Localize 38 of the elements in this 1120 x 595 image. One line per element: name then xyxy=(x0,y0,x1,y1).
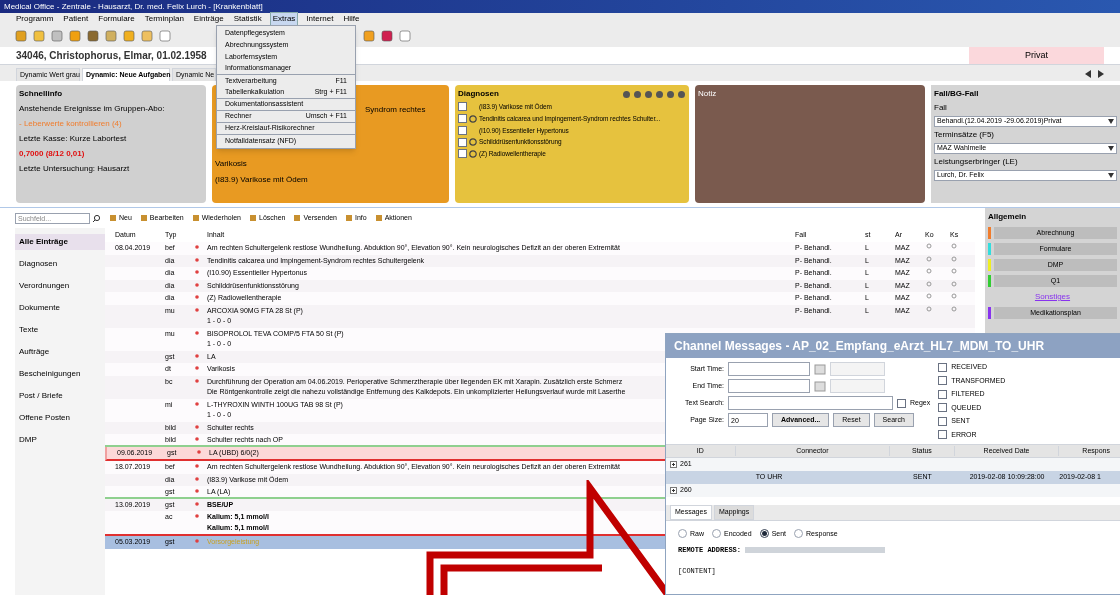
panel-text: Syndrom rechtes xyxy=(365,104,427,116)
sidebar-item[interactable]: Diagnosen xyxy=(15,256,105,272)
sidebar-item[interactable]: Alle Einträge xyxy=(15,234,105,250)
menu-item[interactable]: Programm xyxy=(14,13,56,25)
info-line: 0,7000 (8/12 0,01) xyxy=(19,148,86,160)
sidebar-item[interactable]: Offene Posten xyxy=(15,410,105,426)
info-line: - Leberwerte kontrollieren (4) xyxy=(19,118,123,130)
menu-item[interactable]: Statistik xyxy=(231,13,264,25)
info-line: Letzte Kasse: Kurze Labortest xyxy=(19,133,128,145)
menu-item[interactable]: Patient xyxy=(61,13,91,25)
field-label: Leistungserbringer (LE) xyxy=(934,156,1019,168)
panel-title: Diagnosen xyxy=(458,88,499,100)
field-label: Terminsätze (F5) xyxy=(934,129,995,141)
sidebar-item[interactable]: Aufträge xyxy=(15,344,105,360)
window-title: Medical Office - Zentrale - Hausarzt, Dr. med. Felix Lurch - [Krankenblatt] xyxy=(4,0,263,13)
menu-item[interactable]: Internet xyxy=(304,13,336,25)
panel-title: Notiz xyxy=(698,89,717,98)
panel-title: Schnellinfo xyxy=(19,88,64,100)
panel-title: Allgemein xyxy=(988,211,1028,223)
sidebar-item[interactable]: Bescheinigungen xyxy=(15,366,105,382)
patient-name: 34046, Christophorus, Elmar, 01.02.1958 xyxy=(16,49,207,63)
sidebar-item[interactable]: Texte xyxy=(15,322,105,338)
menu-item[interactable]: Terminplan xyxy=(142,13,186,25)
sidebar-item[interactable]: Post / Briefe xyxy=(15,388,105,404)
sidebar-item[interactable]: Dokumente xyxy=(15,300,105,316)
sidebar-item[interactable]: Verordnungen xyxy=(15,278,105,294)
menu-item[interactable]: Hilfe xyxy=(341,13,362,25)
menu-item[interactable]: Einträge xyxy=(191,13,226,25)
link[interactable]: Sonstiges xyxy=(988,291,1117,303)
menu-item[interactable]: Formulare xyxy=(96,13,137,25)
field-label: Fall xyxy=(934,102,948,114)
info-line: Anstehende Ereignisse im Gruppen-Abo: xyxy=(19,103,166,115)
panel-text: (I83.9) Varikose mit Ödem xyxy=(215,174,309,186)
info-line: Letzte Untersuchung: Hausarzt xyxy=(19,163,131,175)
menu-item[interactable]: Extras xyxy=(269,12,299,26)
panel-title: Fall/BG-Fall xyxy=(934,88,980,100)
sidebar-item[interactable]: DMP xyxy=(15,432,105,448)
panel-text: Varikosis xyxy=(215,158,248,170)
